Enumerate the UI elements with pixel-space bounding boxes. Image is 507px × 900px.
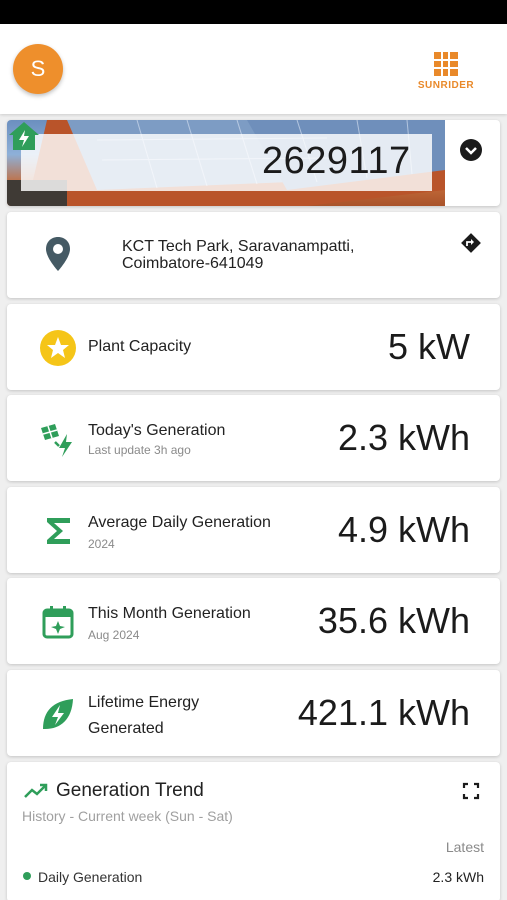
trend-title: Generation Trend [56, 780, 204, 801]
stat-label: Today's Generation [88, 422, 226, 439]
location-pin-icon [46, 237, 70, 271]
stat-sublabel: Last update 3h ago [88, 443, 191, 457]
stat-value: 2.3 kWh [337, 417, 470, 458]
directions-icon[interactable] [460, 232, 482, 254]
chevron-down-icon[interactable] [459, 138, 483, 162]
plant-roof-image: 2629117 [7, 120, 445, 206]
sigma-icon [47, 518, 70, 544]
solar-panel-bolt-icon [41, 424, 72, 457]
legend-series-name: Daily Generation [38, 869, 143, 885]
brand-name: SUNRIDER [417, 80, 475, 91]
fullscreen-icon[interactable] [462, 782, 480, 800]
trending-up-icon [24, 783, 48, 798]
plant-id: 2629117 [262, 140, 411, 182]
stat-sublabel: 2024 [88, 537, 115, 551]
lifetime-energy-card: Lifetime Energy Generated 421.1 kWh [7, 670, 500, 756]
stat-label: Plant Capacity [88, 338, 192, 355]
brand-logo: SUNRIDER [412, 51, 480, 91]
plant-selector-card[interactable]: 2629117 [7, 120, 500, 206]
todays-generation-card: Today's Generation Last update 3h ago 2.… [7, 395, 500, 481]
eco-bolt-icon [43, 699, 73, 729]
stat-label: Lifetime Energy Generated [88, 694, 200, 737]
stat-value: 35.6 kWh [317, 600, 470, 641]
calendar-icon [42, 606, 74, 639]
home-bolt-icon [9, 122, 39, 150]
stat-label: This Month Generation [88, 605, 251, 622]
generation-trend-card: Generation Trend History - Current week … [7, 762, 500, 900]
avatar-initial: S [30, 56, 46, 81]
sunrider-logo-icon [434, 52, 458, 76]
app-bar: S SUNRIDER [0, 24, 507, 114]
star-icon [40, 330, 76, 366]
stat-value: 421.1 kWh [297, 692, 470, 733]
stat-label: Average Daily Generation [88, 514, 271, 531]
stat-value: 5 kW [387, 326, 470, 367]
plant-address: KCT Tech Park, Saravanampatti, Coimbator… [122, 238, 355, 272]
stat-value: 4.9 kWh [337, 509, 470, 550]
plant-capacity-card: Plant Capacity 5 kW [7, 304, 500, 390]
trend-subtitle: History - Current week (Sun - Sat) [22, 808, 233, 824]
legend-dot [23, 872, 31, 880]
status-bar [0, 0, 507, 24]
latest-label: Latest [445, 839, 484, 855]
average-daily-generation-card: Average Daily Generation 2024 4.9 kWh [7, 487, 500, 573]
this-month-generation-card: This Month Generation Aug 2024 35.6 kWh [7, 578, 500, 664]
address-card: KCT Tech Park, Saravanampatti, Coimbator… [7, 212, 500, 298]
avatar[interactable]: S [13, 44, 63, 94]
stat-sublabel: Aug 2024 [88, 628, 140, 642]
legend-latest-value: 2.3 kWh [432, 869, 484, 885]
